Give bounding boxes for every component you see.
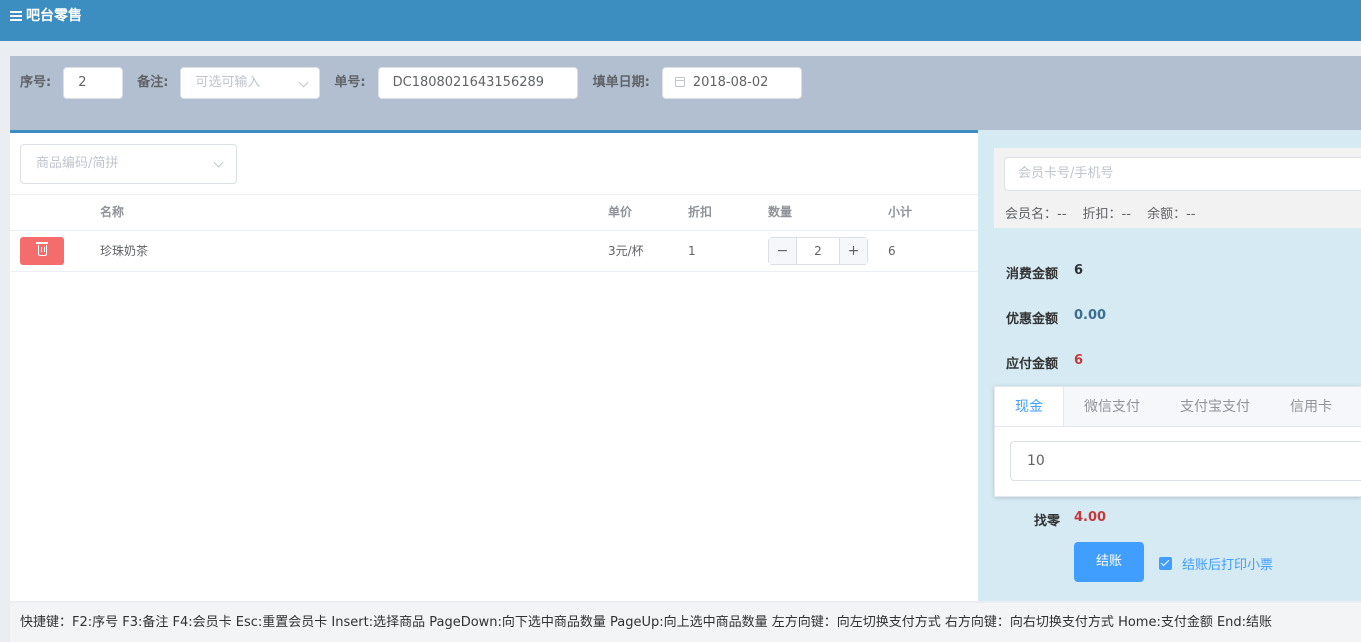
payable-amount-label: 应付金额 <box>1006 357 1059 372</box>
table-row: 珍珠奶茶 3元/杯 1 − 2 + 6 <box>10 231 978 272</box>
trash-icon <box>36 242 48 256</box>
change-amount: 找零 4.00 <box>1034 510 1106 529</box>
remark-label: 备注: <box>137 75 169 90</box>
order-number-input[interactable]: DC1808021643156289 <box>377 67 578 99</box>
payable-amount: 应付金额 6 <box>1006 353 1083 372</box>
date-picker[interactable]: 2018-08-02 <box>661 67 802 99</box>
column-header-price: 单价 <box>608 205 633 219</box>
increment-button[interactable]: + <box>839 238 867 264</box>
column-header-qty: 数量 <box>768 205 793 219</box>
discount-amount-label: 优惠金额 <box>1006 312 1059 327</box>
product-panel: 商品编码/简拼 名称 单价 折扣 数量 小计 珍珠奶茶 3元/杯 1 − 2 +… <box>10 130 978 601</box>
payment-tabs: 现金 微信支付 支付宝支付 信用卡 <box>995 387 1361 427</box>
print-receipt-checkbox[interactable]: 结账后打印小票 <box>1159 554 1273 573</box>
table-header: 名称 单价 折扣 数量 小计 <box>10 194 978 231</box>
checkbox-checked-icon[interactable] <box>1159 557 1172 570</box>
quantity-input[interactable]: 2 <box>797 238 839 264</box>
shortcut-footer: 快捷键：F2:序号 F3:备注 F4:会员卡 Esc:重置会员卡 Insert:… <box>10 603 1361 642</box>
tab-wechat[interactable]: 微信支付 <box>1064 387 1160 426</box>
tab-credit-card[interactable]: 信用卡 <box>1270 387 1352 426</box>
cell-discount: 1 <box>688 244 696 258</box>
date-label: 填单日期: <box>592 75 650 90</box>
discount-amount: 优惠金额 0.00 <box>1006 308 1106 327</box>
member-info: 会员名：-- 折扣：-- 余额：-- <box>1005 203 1207 222</box>
cell-name: 珍珠奶茶 <box>100 244 149 258</box>
page-title: 吧台零售 <box>26 8 82 24</box>
seq-label: 序号: <box>20 75 52 90</box>
cash-amount-input[interactable]: 10 <box>1010 441 1361 481</box>
delete-button[interactable] <box>20 237 64 265</box>
order-label: 单号: <box>334 75 366 90</box>
chevron-down-icon <box>298 77 309 88</box>
column-header-name: 名称 <box>100 205 125 219</box>
date-value: 2018-08-02 <box>692 75 769 90</box>
consume-amount-label: 消费金额 <box>1006 267 1059 282</box>
product-search-select[interactable]: 商品编码/简拼 <box>20 144 237 184</box>
quantity-stepper: − 2 + <box>768 237 868 265</box>
order-form-bar: 序号: 2 备注: 可选可输入 单号: DC1808021643156289 填… <box>10 56 1361 132</box>
top-bar: 吧台零售 <box>0 0 1361 41</box>
column-header-discount: 折扣 <box>688 205 713 219</box>
cell-price: 3元/杯 <box>608 244 644 258</box>
tab-cash[interactable]: 现金 <box>995 387 1064 426</box>
change-label: 找零 <box>1034 514 1061 529</box>
payment-method-card: 现金 微信支付 支付宝支付 信用卡 10 <box>994 386 1361 497</box>
payment-panel: 会员卡号/手机号 会员名：-- 折扣：-- 余额：-- 消费金额 6 优惠金额 … <box>978 130 1361 601</box>
payable-amount-value: 6 <box>1074 353 1084 368</box>
column-header-subtotal: 小计 <box>888 205 913 219</box>
print-receipt-label: 结账后打印小票 <box>1182 558 1274 573</box>
seq-input[interactable]: 2 <box>63 67 124 99</box>
checkout-button[interactable]: 结账 <box>1074 542 1144 582</box>
member-balance: 余额：-- <box>1147 207 1196 222</box>
chevron-down-icon <box>213 157 224 168</box>
discount-amount-value: 0.00 <box>1074 308 1107 323</box>
member-name: 会员名：-- <box>1005 207 1067 222</box>
tab-alipay[interactable]: 支付宝支付 <box>1160 387 1270 426</box>
calendar-icon <box>674 77 685 87</box>
decrement-button[interactable]: − <box>769 238 797 264</box>
member-card-input[interactable]: 会员卡号/手机号 <box>1004 157 1361 191</box>
member-discount: 折扣：-- <box>1082 207 1131 222</box>
cell-subtotal: 6 <box>888 244 896 258</box>
consume-amount: 消费金额 6 <box>1006 263 1083 282</box>
product-search-placeholder: 商品编码/简拼 <box>36 156 119 171</box>
consume-amount-value: 6 <box>1074 263 1084 278</box>
remark-select[interactable]: 可选可输入 <box>180 67 321 99</box>
change-value: 4.00 <box>1074 510 1107 525</box>
menu-icon[interactable] <box>10 11 22 21</box>
member-box: 会员卡号/手机号 会员名：-- 折扣：-- 余额：-- <box>994 148 1361 228</box>
remark-placeholder: 可选可输入 <box>195 75 261 90</box>
